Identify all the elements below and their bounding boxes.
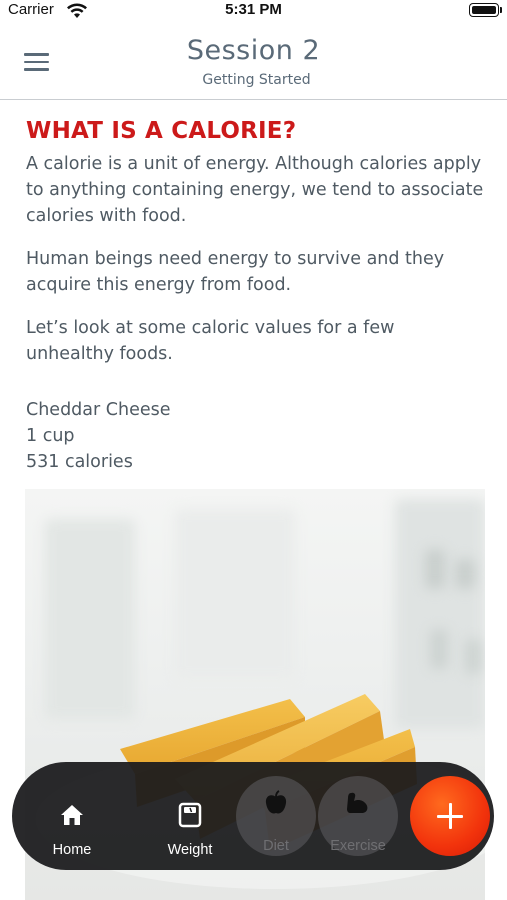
article-paragraph: Human beings need energy to survive and … [26,249,445,295]
food-calories: 531 calories [26,452,133,472]
status-bar: Carrier 5:31 PM [0,0,507,22]
nav-label: Weight [167,842,213,858]
nav-label: Diet [263,838,289,854]
nav-label: Home [52,842,92,858]
article: WHAT IS A CALORIE? A calorie is a unit o… [26,118,486,475]
nav-diet[interactable]: Diet [236,776,316,856]
flexed-arm-icon [347,792,368,813]
apple-icon [265,790,287,814]
battery-icon [469,3,499,17]
nav-exercise[interactable]: Exercise [318,776,398,856]
nav-weight[interactable]: Weight [150,776,230,858]
article-paragraph: Let’s look at some caloric values for a … [26,318,395,364]
nav-home[interactable]: Home [32,776,112,858]
page-subtitle: Getting Started [202,72,311,88]
clock: 5:31 PM [225,1,282,18]
scale-icon [178,802,202,828]
page-title: Session 2 [186,35,321,66]
nav-label: Exercise [330,838,386,854]
article-paragraph: A calorie is a unit of energy. Although … [26,154,484,226]
add-button[interactable] [410,776,490,856]
food-info: Cheddar Cheese 1 cup 531 calories [26,397,486,475]
article-heading: WHAT IS A CALORIE? [26,118,297,144]
food-name: Cheddar Cheese [26,400,171,420]
food-serving: 1 cup [26,426,75,446]
battery-cap [500,7,502,13]
bottom-nav-bar: Home Weight Diet Exercise [12,762,494,870]
home-icon [61,805,83,825]
app-header: Session 2 Getting Started [0,22,507,100]
